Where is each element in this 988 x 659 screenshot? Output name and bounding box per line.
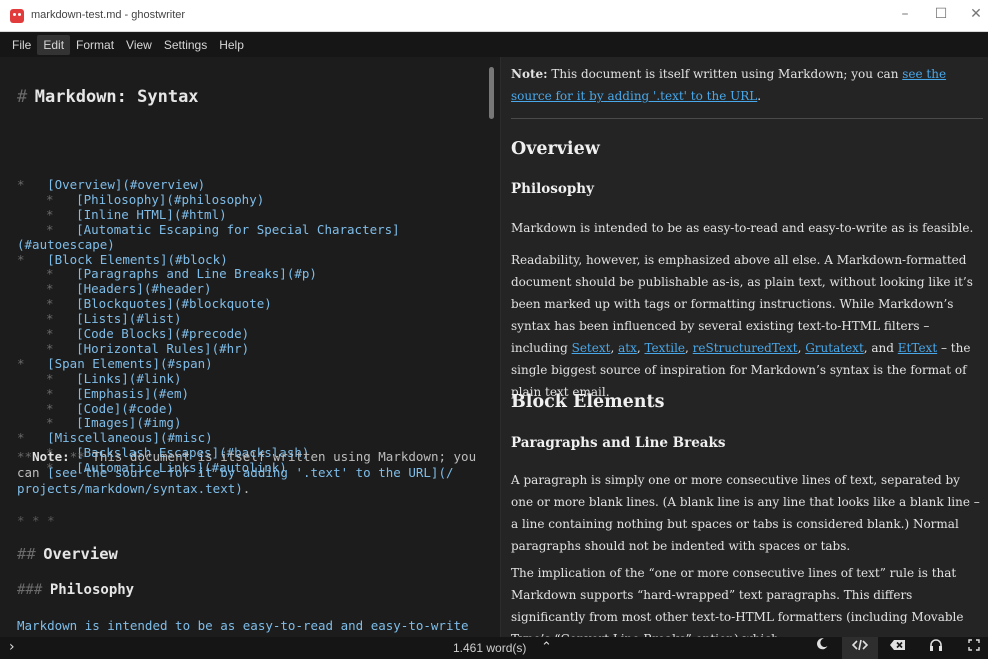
- minimize-button[interactable]: –: [895, 6, 915, 24]
- editor-toc-line: (#autoescape): [17, 236, 115, 252]
- editor-toc-line: * [Horizontal Rules](#hr): [46, 340, 250, 356]
- preview-paragraph-3: A paragraph is simply one or more consec…: [511, 473, 980, 553]
- editor-toc-line: * [Miscellaneous](#misc): [17, 430, 213, 446]
- preview-note: Note: This document is itself written us…: [511, 67, 947, 103]
- erase-icon[interactable]: [880, 637, 916, 659]
- preview-paragraph-1: Markdown is intended to be as easy-to-re…: [511, 221, 974, 235]
- editor-note-line-3: projects/markdown/syntax.text).: [17, 481, 251, 496]
- link-atx[interactable]: atx: [618, 341, 637, 355]
- sidebar-toggle-chevron-icon[interactable]: ›: [9, 639, 15, 655]
- moon-icon[interactable]: [804, 637, 840, 659]
- editor-note-line-2: can [see the source for it by adding '.t…: [17, 465, 454, 480]
- editor-toc-line: * [Inline HTML](#html): [46, 206, 227, 222]
- editor-toc-line: * [Automatic Escaping for Special Charac…: [46, 221, 400, 237]
- editor-note-line-1: **Note:** This document is itself writte…: [17, 449, 477, 464]
- preview-paragraph-2: Readability, however, is emphasized abov…: [511, 253, 973, 399]
- editor-h3-line: ### Philosophy: [17, 582, 135, 598]
- preview-h3-philosophy: Philosophy: [511, 181, 594, 197]
- code-icon[interactable]: [842, 637, 878, 659]
- editor-toc-line: * [Headers](#header): [46, 281, 212, 297]
- editor-toc-line: * [Images](#img): [46, 415, 182, 431]
- preview-h3-paragraphs: Paragraphs and Line Breaks: [511, 435, 726, 451]
- editor-toc-line: * [Lists](#list): [46, 311, 182, 327]
- preview-hr: [511, 118, 983, 119]
- headphones-icon[interactable]: [918, 637, 954, 659]
- ghostwriter-logo-icon: [10, 9, 24, 23]
- title-bar: markdown-test.md - ghostwriter – ☐ ✕: [0, 0, 988, 32]
- html-preview[interactable]: Note: This document is itself written us…: [500, 57, 988, 637]
- statistics-toggle-icon[interactable]: ⌃: [541, 640, 552, 655]
- editor-toc-line: * [Philosophy](#philosophy): [46, 191, 265, 207]
- editor-toc-line: * [Paragraphs and Line Breaks](#p): [46, 266, 317, 282]
- editor-toc-line: * [Code](#code): [46, 400, 174, 416]
- link-setext[interactable]: Setext: [572, 341, 611, 355]
- maximize-button[interactable]: ☐: [931, 6, 951, 24]
- menu-file[interactable]: File: [6, 35, 37, 55]
- link-grutatext[interactable]: Grutatext: [805, 341, 864, 355]
- preview-paragraph-4: The implication of the “one or more cons…: [511, 566, 964, 637]
- word-count: 1.461 word(s): [453, 641, 527, 655]
- editor-h1-text: Markdown: Syntax: [34, 87, 199, 107]
- link-restructuredtext[interactable]: reStructuredText: [693, 341, 798, 355]
- editor-toc-line: * [Overview](#overview): [17, 177, 206, 192]
- preview-h2-block-elements: Block Elements: [511, 392, 665, 412]
- editor-toc-line: * [Code Blocks](#precode): [46, 326, 250, 341]
- link-ettext[interactable]: EtText: [898, 341, 937, 355]
- menu-bar: File Edit Format View Settings Help: [0, 33, 988, 57]
- editor-scrollbar[interactable]: [489, 67, 494, 119]
- editor-toc-line: * [Emphasis](#em): [46, 385, 189, 401]
- fullscreen-icon[interactable]: [956, 637, 988, 659]
- editor-hr: * * *: [17, 513, 55, 528]
- editor-h2-line: ## Overview: [17, 545, 118, 563]
- menu-settings[interactable]: Settings: [158, 35, 213, 55]
- window-title: markdown-test.md - ghostwriter: [31, 9, 186, 21]
- menu-view[interactable]: View: [120, 35, 158, 55]
- menu-edit[interactable]: Edit: [37, 35, 71, 55]
- editor-paragraph: Markdown is intended to be as easy-to-re…: [17, 618, 469, 633]
- status-bar: › 1.461 word(s) ⌃: [0, 637, 988, 659]
- editor-toc-line: * [Block Elements](#block): [17, 251, 228, 267]
- menu-format[interactable]: Format: [70, 35, 120, 55]
- editor-toc-line: * [Span Elements](#span): [17, 355, 213, 371]
- close-button[interactable]: ✕: [966, 6, 986, 24]
- editor-h1-line: # Markdown: Syntax: [17, 87, 199, 107]
- markdown-editor[interactable]: # Markdown: Syntax * [Overview](#overvie…: [0, 57, 500, 637]
- editor-toc-line: * [Blockquotes](#blockquote): [46, 296, 272, 312]
- preview-h2-overview: Overview: [511, 139, 600, 159]
- editor-toc-line: * [Links](#link): [46, 370, 182, 386]
- menu-help[interactable]: Help: [213, 35, 250, 55]
- link-textile[interactable]: Textile: [644, 341, 685, 355]
